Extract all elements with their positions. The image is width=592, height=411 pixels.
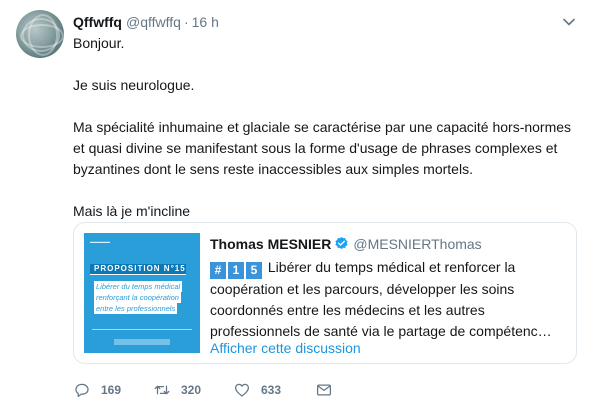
verified-badge-icon xyxy=(335,236,348,250)
tweet-header: Qffwffq @qffwffq · 16 h xyxy=(73,13,576,31)
tweet-text: Bonjour. Je suis neurologue. Ma spéciali… xyxy=(73,33,573,243)
chevron-down-icon[interactable] xyxy=(562,15,576,29)
image-line: entre les professionnels xyxy=(94,303,178,314)
quoted-tweet-text: #1 5 Libérer du temps médical et renforce… xyxy=(210,257,566,342)
image-line: renforçant la coopération xyxy=(94,292,181,303)
quoted-author-name[interactable]: Thomas MESNIER xyxy=(210,236,331,252)
separator-dot: · xyxy=(183,14,189,30)
reply-count: 169 xyxy=(101,383,122,397)
like-button[interactable]: 633 xyxy=(233,380,281,400)
image-divider xyxy=(92,329,192,330)
quoted-tweet-image[interactable]: ▬▬▬▬▬ PROPOSITION N°15 Libérer du temps … xyxy=(84,233,200,353)
reply-button[interactable]: 169 xyxy=(73,380,121,400)
digit-five-emoji-badge: 5 xyxy=(246,262,262,279)
quoted-tweet-header: Thomas MESNIER @MESNIERThomas xyxy=(210,235,482,253)
image-text: Libérer du temps médical renforçant la c… xyxy=(94,281,198,314)
tweet-paragraph: Bonjour. xyxy=(73,35,125,51)
show-thread-link[interactable]: Afficher cette discussion xyxy=(210,339,361,357)
avatar[interactable] xyxy=(16,10,64,58)
like-count: 633 xyxy=(261,383,282,397)
reply-icon xyxy=(75,383,89,398)
retweet-button[interactable]: 320 xyxy=(153,380,201,400)
retweet-icon xyxy=(154,385,170,395)
tweet: Qffwffq @qffwffq · 16 h Bonjour. Je suis ne… xyxy=(0,0,592,411)
tweet-paragraph: Ma spécialité inhumaine et glaciale se c… xyxy=(73,119,572,177)
timestamp[interactable]: 16 h xyxy=(192,14,219,30)
author-name[interactable]: Qffwffq xyxy=(73,14,122,30)
hash-emoji-badge: # xyxy=(210,262,226,279)
direct-message-button[interactable] xyxy=(315,380,333,400)
heart-icon xyxy=(234,383,250,397)
image-footer-decoration xyxy=(114,339,170,345)
digit-one-emoji-badge: 1 xyxy=(228,262,244,279)
retweet-count: 320 xyxy=(181,383,202,397)
envelope-icon xyxy=(316,384,332,396)
quoted-tweet-card[interactable]: ▬▬▬▬▬ PROPOSITION N°15 Libérer du temps … xyxy=(73,222,577,364)
tweet-paragraph: Je suis neurologue. xyxy=(73,77,195,93)
image-line: Libérer du temps médical xyxy=(94,281,183,292)
proposition-label: PROPOSITION N°15 xyxy=(90,264,186,275)
image-header-decoration: ▬▬▬▬▬ xyxy=(90,239,110,244)
tweet-paragraph: Mais là je m'incline xyxy=(73,203,191,219)
author-handle[interactable]: @qffwffq xyxy=(126,14,181,30)
quoted-author-handle[interactable]: @MESNIERThomas xyxy=(353,236,481,252)
